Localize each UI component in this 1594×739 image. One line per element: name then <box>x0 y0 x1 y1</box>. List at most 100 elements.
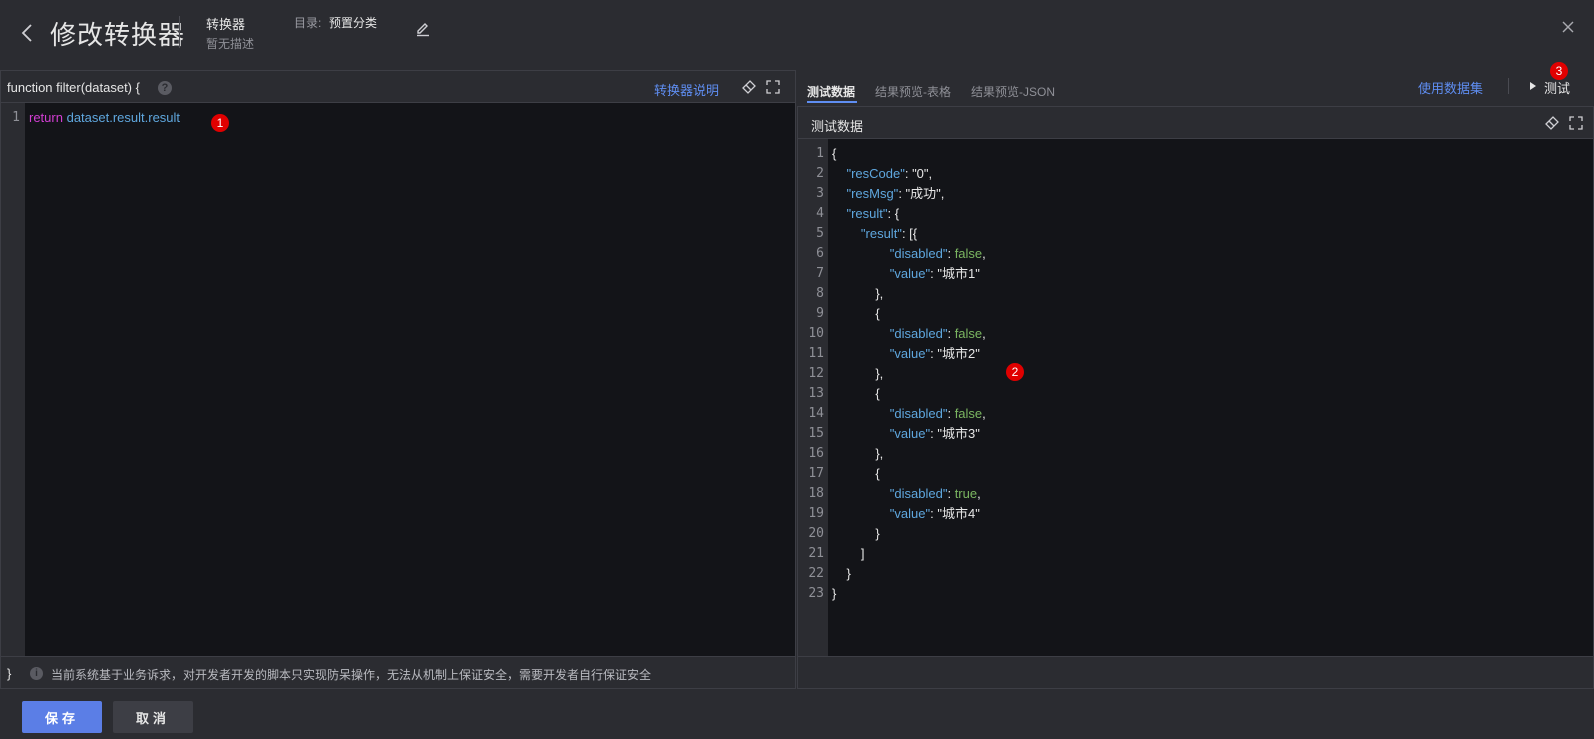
test-button[interactable]: 测试 <box>1544 78 1570 97</box>
annotation-badge: 2 <box>1006 363 1024 381</box>
json-line: "value": "城市1" <box>832 264 986 284</box>
divider <box>179 16 180 48</box>
line-number: 12 <box>808 366 824 381</box>
json-ind <box>832 546 861 561</box>
json-ind <box>832 226 861 241</box>
converter-type-label: 转换器 <box>206 17 246 32</box>
tab-test-data[interactable]: 测试数据 <box>807 83 855 100</box>
json-line: "value": "城市4" <box>832 504 986 524</box>
json-ind <box>832 526 875 541</box>
json-v: false <box>954 406 983 421</box>
json-k: "value" <box>889 426 931 441</box>
use-dataset-link[interactable]: 使用数据集 <box>1418 78 1483 97</box>
line-number: 10 <box>808 326 824 341</box>
line-number: 7 <box>816 266 824 281</box>
json-ind <box>832 306 875 321</box>
json-code[interactable]: { "resCode": "0", "resMsg": "成功", "resul… <box>832 144 986 604</box>
json-ind <box>832 566 846 581</box>
json-s: } <box>846 566 851 581</box>
line-number: 14 <box>808 406 824 421</box>
json-s: : <box>947 486 955 501</box>
json-line: "value": "城市2" <box>832 344 986 364</box>
json-ind <box>832 206 846 221</box>
line-number: 8 <box>816 286 824 301</box>
json-ind <box>832 406 890 421</box>
json-v: "成功" <box>905 186 941 201</box>
script-editor[interactable] <box>0 70 796 689</box>
chevron-left-icon[interactable] <box>18 20 38 46</box>
json-ind <box>832 266 890 281</box>
json-line: { <box>832 384 986 404</box>
json-k: "value" <box>889 346 931 361</box>
annotation-badge: 1 <box>211 114 229 132</box>
json-s: : [{ <box>901 226 918 241</box>
json-ind <box>832 246 890 261</box>
line-number: 20 <box>808 526 824 541</box>
line-number: 22 <box>808 566 824 581</box>
closing-brace: } <box>7 666 12 681</box>
fullscreen-icon[interactable] <box>1569 116 1583 130</box>
play-icon[interactable] <box>1530 82 1536 90</box>
json-k: "disabled" <box>889 486 948 501</box>
test-data-title: 测试数据 <box>811 119 864 134</box>
line-number: 13 <box>808 386 824 401</box>
json-k: "result" <box>846 206 888 221</box>
line-numbers: 1 2 3 4 5 6 7 8 9 10 11 12 13 14 15 16 17 18 19 20 21 22 23 <box>798 144 824 604</box>
annotation-badge: 3 <box>1550 62 1568 80</box>
line-number: 23 <box>808 586 824 601</box>
json-ind <box>832 426 890 441</box>
line-number: 9 <box>816 306 824 321</box>
json-s: : <box>904 166 913 181</box>
json-k: "disabled" <box>889 326 948 341</box>
json-v: "0" <box>912 166 929 181</box>
pencil-icon[interactable] <box>414 19 432 37</box>
save-button[interactable]: 保存 <box>22 701 102 733</box>
info-icon: i <box>30 667 43 680</box>
json-line: "disabled": false, <box>832 404 986 424</box>
line-number: 11 <box>808 346 824 361</box>
converter-doc-link[interactable]: 转换器说明 <box>654 80 719 99</box>
line-number: 21 <box>808 546 824 561</box>
line-number: 6 <box>816 246 824 261</box>
tab-table-preview[interactable]: 结果预览-表格 <box>875 83 951 100</box>
json-line: } <box>832 584 986 604</box>
help-icon[interactable]: ? <box>158 81 172 95</box>
json-line: ] <box>832 544 986 564</box>
magic-wand-icon[interactable] <box>741 79 757 95</box>
line-number: 5 <box>816 226 824 241</box>
json-ind <box>832 346 890 361</box>
json-s: }, <box>875 446 884 461</box>
line-number: 15 <box>808 426 824 441</box>
json-line: } <box>832 564 986 584</box>
json-line: }, <box>832 284 986 304</box>
json-t: , <box>928 166 933 181</box>
code-line[interactable]: return dataset.result.result <box>29 110 180 125</box>
line-number: 16 <box>808 446 824 461</box>
cancel-button[interactable]: 取消 <box>113 701 193 733</box>
tab-json-preview[interactable]: 结果预览-JSON <box>971 83 1055 100</box>
json-ind <box>832 186 846 201</box>
json-line: }, <box>832 444 986 464</box>
json-ind <box>832 286 875 301</box>
code-keyword: return <box>29 110 63 125</box>
directory-value: 预置分类 <box>329 16 378 30</box>
json-t: , <box>982 246 986 261</box>
close-icon[interactable] <box>1560 19 1576 35</box>
test-data-footer <box>797 656 1594 689</box>
json-line: "result": { <box>832 204 986 224</box>
json-v: "城市2" <box>937 346 980 361</box>
magic-wand-icon[interactable] <box>1544 115 1560 131</box>
line-gutter <box>1 103 25 656</box>
json-k: "resMsg" <box>846 186 899 201</box>
converter-description: 暂无描述 <box>206 37 255 51</box>
json-t: , <box>940 186 945 201</box>
json-k: "resCode" <box>846 166 905 181</box>
json-line: "disabled": false, <box>832 244 986 264</box>
line-number: 1 <box>816 146 824 161</box>
fullscreen-icon[interactable] <box>766 80 780 94</box>
json-line: }, <box>832 364 986 384</box>
json-ind <box>832 486 890 501</box>
line-number: 2 <box>816 166 824 181</box>
json-t: , <box>982 406 986 421</box>
json-s: { <box>875 466 880 481</box>
